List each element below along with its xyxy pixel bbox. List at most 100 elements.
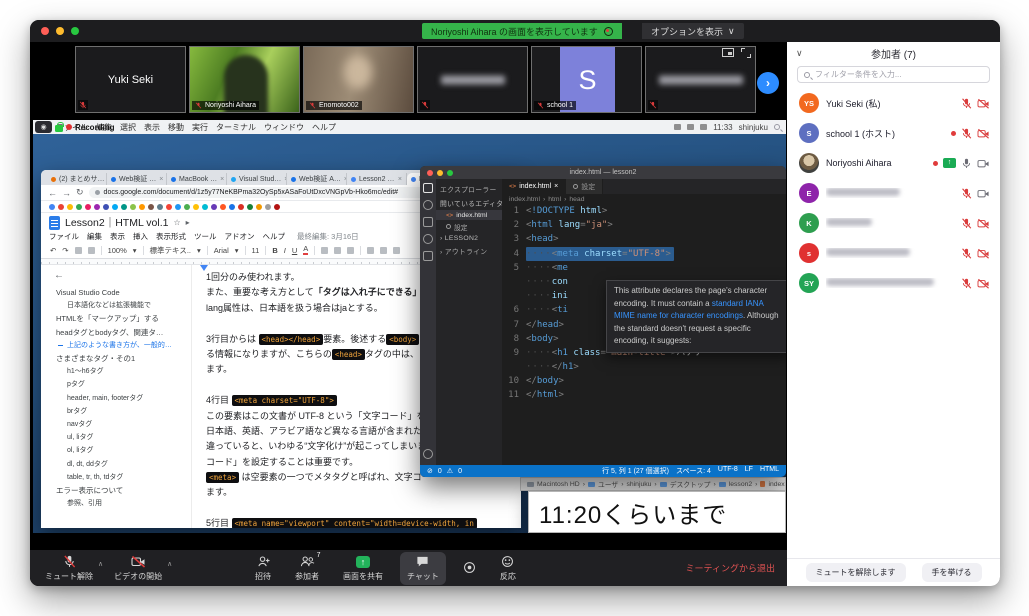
participant-filter[interactable]: [797, 66, 990, 83]
browser-tab[interactable]: Lesson2 …×: [347, 173, 407, 185]
participants-button[interactable]: 7 参加者: [288, 552, 326, 585]
path-item[interactable]: デスクトップ: [670, 479, 711, 489]
raise-hand-button[interactable]: 手を挙げる: [922, 563, 982, 582]
docs-menu-addons[interactable]: アドオン: [225, 231, 255, 242]
outline-item-current[interactable]: 上記のような書き方が、一般的…: [54, 339, 187, 352]
invite-button[interactable]: 招待: [248, 552, 278, 585]
unmute-button[interactable]: ミュート解除: [38, 552, 100, 585]
chat-button[interactable]: チャット: [400, 552, 446, 585]
star-document-icon[interactable]: ☆: [174, 218, 181, 227]
bookmark-favicon[interactable]: [58, 204, 64, 210]
bookmark-favicon[interactable]: [121, 204, 127, 210]
document-title[interactable]: Lesson2｜HTML vol.1: [65, 215, 169, 230]
language-mode[interactable]: HTML: [760, 466, 779, 476]
bookmark-favicon[interactable]: [175, 204, 181, 210]
breadcrumb-file[interactable]: index.html: [509, 196, 540, 203]
path-item[interactable]: Macintosh HD: [537, 481, 580, 488]
browser-tab[interactable]: Web検証 A…×: [287, 173, 347, 185]
settings-gear-icon[interactable]: [423, 449, 433, 459]
bookmark-favicon[interactable]: [85, 204, 91, 210]
tab-settings[interactable]: 設定: [566, 179, 603, 194]
font-select[interactable]: Arial: [214, 246, 229, 255]
close-window-button[interactable]: [427, 170, 433, 176]
docs-menu-format[interactable]: 表示形式: [156, 231, 186, 242]
open-editor-index-html[interactable]: <> index.html: [436, 210, 502, 220]
bookmark-favicon[interactable]: [238, 204, 244, 210]
underline-button[interactable]: U: [292, 246, 297, 255]
close-tab-icon[interactable]: ×: [220, 176, 224, 183]
video-tile-yuki-seki[interactable]: Yuki Seki: [75, 46, 186, 113]
encoding[interactable]: UTF-8: [718, 466, 738, 476]
record-button[interactable]: [456, 557, 483, 579]
zoom-window-button[interactable]: [71, 27, 79, 35]
bookmark-favicon[interactable]: [148, 204, 154, 210]
bookmark-favicon[interactable]: [202, 204, 208, 210]
gallery-view-icon[interactable]: [722, 48, 734, 57]
folder-lesson2[interactable]: › LESSON2: [436, 233, 502, 244]
menubar-clock[interactable]: 11:33: [713, 123, 732, 132]
docs-menu-help[interactable]: ヘルプ: [263, 231, 286, 242]
outline-item[interactable]: ul, liタグ: [54, 431, 187, 444]
docs-menu-edit[interactable]: 編集: [87, 231, 102, 242]
paragraph-style-select[interactable]: 標準テキス..: [150, 245, 191, 256]
participant-row-blurred-1[interactable]: E: [787, 178, 1000, 208]
path-item[interactable]: index.html: [768, 481, 786, 488]
filter-input[interactable]: [815, 70, 983, 79]
bookmark-favicon[interactable]: [274, 204, 280, 210]
tab-index-html[interactable]: <> index.html ×: [502, 179, 566, 194]
minimize-window-button[interactable]: [437, 170, 443, 176]
participant-row-blurred-4[interactable]: SY: [787, 268, 1000, 298]
outline-item[interactable]: Visual Studio Code: [54, 286, 187, 299]
menu-go[interactable]: 移動: [168, 122, 184, 133]
browser-tab[interactable]: (2) まとめサ…×: [47, 173, 107, 185]
redo-icon[interactable]: ↷: [62, 246, 68, 255]
insert-image-icon[interactable]: [347, 247, 354, 254]
breadcrumb-html[interactable]: html: [548, 196, 561, 203]
close-tab-icon[interactable]: ×: [159, 176, 163, 183]
menubar-user[interactable]: shinjuku: [739, 123, 768, 132]
reactions-button[interactable]: 反応: [493, 552, 523, 585]
outline-item[interactable]: エラー表示について: [54, 484, 187, 497]
outline-item[interactable]: headタグとbodyタグ、関連タ…: [54, 326, 187, 339]
bookmark-favicon[interactable]: [211, 204, 217, 210]
source-control-icon[interactable]: [423, 217, 433, 227]
menu-selection[interactable]: 選択: [120, 122, 136, 133]
move-folder-icon[interactable]: ▸: [186, 218, 190, 227]
outline-item[interactable]: h1〜h6タグ: [54, 365, 187, 378]
open-editor-settings[interactable]: 設定: [436, 220, 502, 233]
open-editors-header[interactable]: 開いているエディター: [436, 196, 502, 210]
zoom-window-button[interactable]: [447, 170, 453, 176]
unmute-all-button[interactable]: ミュートを解除します: [806, 563, 906, 582]
bookmark-favicon[interactable]: [184, 204, 190, 210]
print-icon[interactable]: [75, 247, 82, 254]
docs-menu-insert[interactable]: 挿入: [133, 231, 148, 242]
forward-icon[interactable]: →: [62, 188, 71, 198]
participant-row-blurred-3[interactable]: s: [787, 238, 1000, 268]
menu-run[interactable]: 実行: [192, 122, 208, 133]
fullscreen-icon[interactable]: [741, 48, 751, 58]
show-options-button[interactable]: オプションを表示 ∨: [642, 23, 744, 39]
outline-item[interactable]: table, tr, th, tdタグ: [54, 471, 187, 484]
bookmark-favicon[interactable]: [166, 204, 172, 210]
bookmark-favicon[interactable]: [130, 204, 136, 210]
browser-tab[interactable]: Visual Stud…×: [227, 173, 287, 185]
browser-tab[interactable]: MacBook …×: [167, 173, 227, 185]
extensions-icon[interactable]: [423, 251, 433, 261]
outline-item[interactable]: dl, dt, ddタグ: [54, 458, 187, 471]
bookmark-favicon[interactable]: [256, 204, 262, 210]
outline-item[interactable]: 参照、引用: [54, 497, 187, 510]
spotlight-search-icon[interactable]: [774, 124, 780, 130]
next-participants-button[interactable]: ›: [757, 72, 779, 94]
cursor-position[interactable]: 行 5, 列 1 (27 個選択): [602, 466, 669, 476]
video-tile-school1[interactable]: S school 1: [531, 46, 642, 113]
bold-button[interactable]: B: [272, 246, 277, 255]
menu-terminal[interactable]: ターミナル: [216, 122, 256, 133]
explorer-icon[interactable]: [423, 183, 433, 193]
start-video-button[interactable]: ビデオの開始: [107, 552, 169, 585]
insert-comment-icon[interactable]: [334, 247, 341, 254]
bookmark-favicon[interactable]: [103, 204, 109, 210]
paint-format-icon[interactable]: [88, 247, 95, 254]
menu-view[interactable]: 表示: [144, 122, 160, 133]
leave-meeting-button[interactable]: ミーティングから退出: [686, 562, 775, 575]
search-icon[interactable]: [423, 200, 433, 210]
